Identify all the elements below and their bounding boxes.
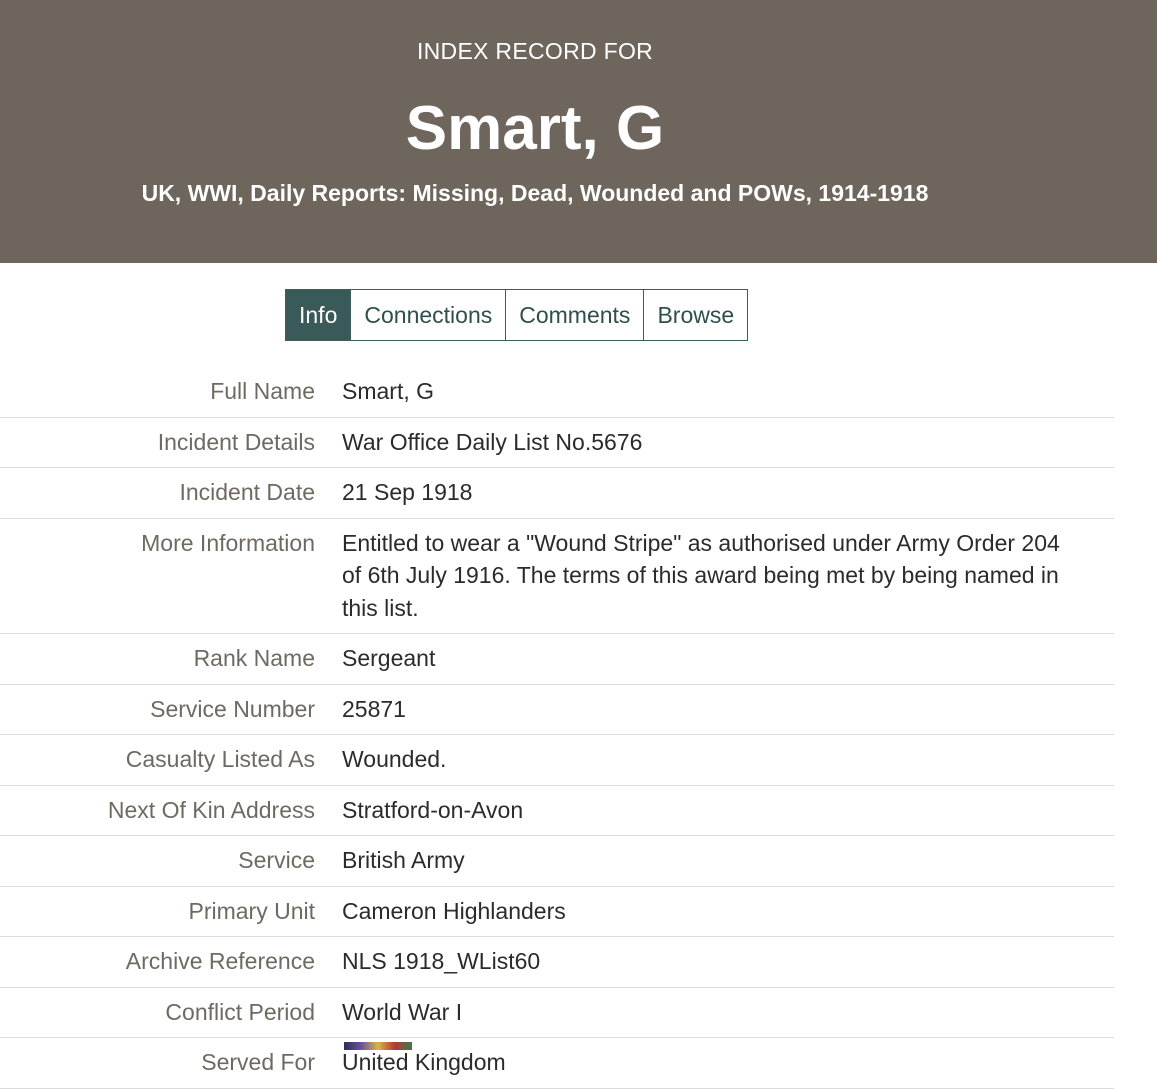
field-label: Archive Reference xyxy=(125,948,315,974)
field-label: Casualty Listed As xyxy=(125,746,315,772)
tab-browse[interactable]: Browse xyxy=(643,290,748,340)
field-value: 25871 xyxy=(342,695,406,722)
field-value: Sergeant xyxy=(342,645,436,671)
field-value: British Army xyxy=(342,847,465,873)
record-row-archive-reference: Archive Reference NLS 1918_WList60 xyxy=(0,937,1114,988)
field-value: Wounded. xyxy=(342,746,447,772)
field-value: War Office Daily List No.5676 xyxy=(342,428,643,455)
record-row-more-information: More Information Entitled to wear a "Wou… xyxy=(0,519,1114,634)
field-label: Incident Details xyxy=(157,428,315,455)
record-tabs: Info Connections Comments Browse xyxy=(285,289,749,341)
field-label: Rank Name xyxy=(193,645,315,671)
index-record-kicker: INDEX RECORD FOR xyxy=(416,38,654,64)
record-row-conflict-period: Conflict Period World War I xyxy=(0,988,1114,1038)
page-title: Smart, G xyxy=(405,94,665,163)
field-label: Primary Unit xyxy=(188,897,315,924)
field-label: Incident Date xyxy=(179,479,315,505)
record-row-service: Service British Army xyxy=(0,836,1114,887)
field-value: World War I xyxy=(342,998,463,1025)
record-row-served-for: Served For United Kingdom xyxy=(0,1038,1114,1089)
field-value: Stratford-on-Avon xyxy=(342,796,524,823)
field-value: Entitled to wear a "Wound Stripe" as aut… xyxy=(342,529,1060,621)
field-label: Full Name xyxy=(210,378,315,404)
field-value: United Kingdom xyxy=(342,1049,506,1075)
field-value: 21 Sep 1918 xyxy=(342,479,473,505)
field-label: Service Number xyxy=(150,695,315,722)
tab-info[interactable]: Info xyxy=(286,290,351,340)
field-value: Smart, G xyxy=(342,378,435,404)
record-row-full-name: Full Name Smart, G xyxy=(0,367,1114,418)
record-row-incident-date: Incident Date 21 Sep 1918 xyxy=(0,468,1114,519)
record-row-casualty-listed-as: Casualty Listed As Wounded. xyxy=(0,735,1114,786)
tab-connections[interactable]: Connections xyxy=(350,290,506,340)
field-value: Cameron Highlanders xyxy=(342,897,566,924)
record-details: Full Name Smart, G Incident Details War … xyxy=(0,367,1114,1089)
field-label: Served For xyxy=(201,1049,315,1075)
field-label: Conflict Period xyxy=(165,998,315,1025)
collection-title[interactable]: UK, WWI, Daily Reports: Missing, Dead, W… xyxy=(0,180,1070,207)
record-row-service-number: Service Number 25871 xyxy=(0,685,1114,735)
record-header: INDEX RECORD FOR Smart, G UK, WWI, Daily… xyxy=(0,0,1157,263)
record-row-primary-unit: Primary Unit Cameron Highlanders xyxy=(0,887,1114,937)
record-row-next-of-kin-address: Next Of Kin Address Stratford-on-Avon xyxy=(0,786,1114,836)
field-label: Service xyxy=(238,847,315,873)
field-label: Next Of Kin Address xyxy=(107,796,315,823)
tab-comments[interactable]: Comments xyxy=(505,290,644,340)
record-row-incident-details: Incident Details War Office Daily List N… xyxy=(0,418,1114,468)
field-label: More Information xyxy=(141,529,315,556)
field-value: NLS 1918_WList60 xyxy=(342,948,541,974)
record-row-rank-name: Rank Name Sergeant xyxy=(0,634,1114,685)
medal-ribbon-image xyxy=(344,1042,412,1050)
